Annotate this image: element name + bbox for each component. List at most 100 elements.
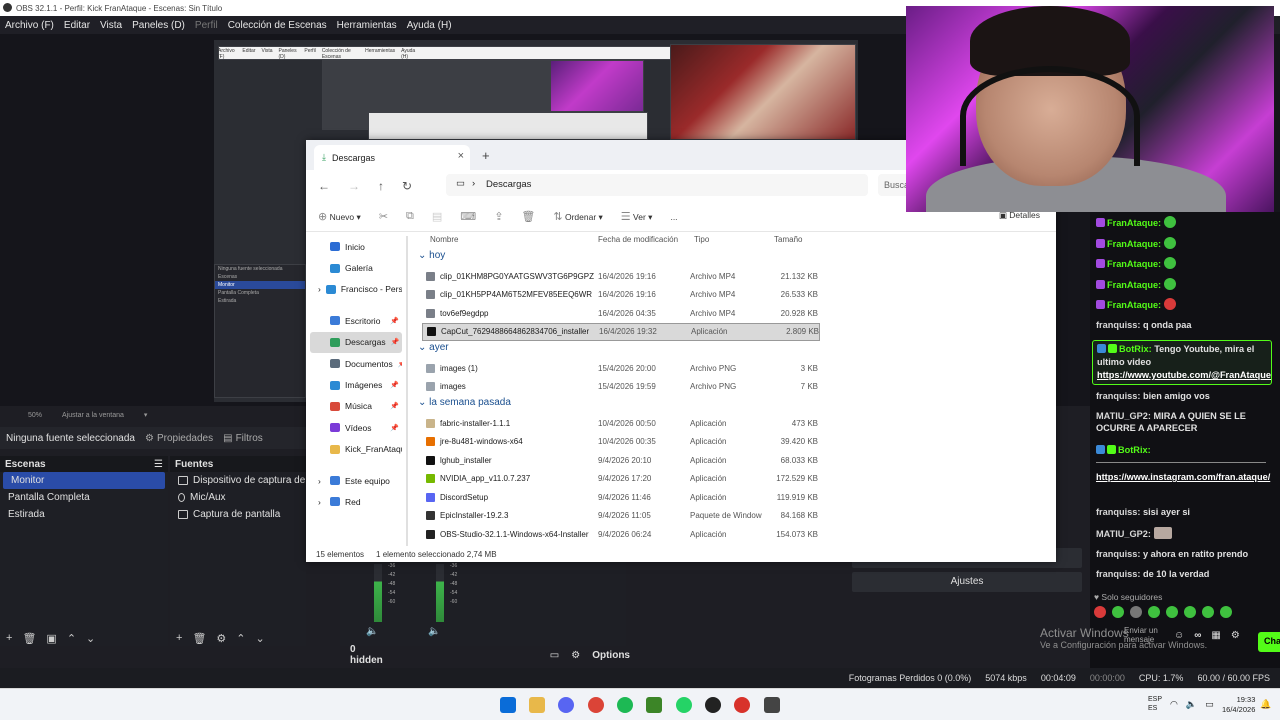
- chat-username[interactable]: franquiss:: [1096, 320, 1140, 330]
- chat-username[interactable]: FranAtaque:: [1107, 239, 1161, 249]
- emote-icon[interactable]: [1148, 606, 1160, 618]
- emote-icon[interactable]: [1166, 606, 1178, 618]
- chevron-right-icon[interactable]: ›: [318, 476, 325, 486]
- add-icon[interactable]: +: [6, 632, 12, 644]
- group-header[interactable]: ⌄ la semana pasada: [418, 397, 511, 408]
- nav-item[interactable]: Imágenes 📌: [310, 374, 402, 395]
- arrow-up-icon[interactable]: ⌃: [67, 632, 76, 645]
- arrow-down-icon[interactable]: ⌄: [86, 632, 95, 645]
- dock-menu-icon[interactable]: ☰: [154, 459, 163, 470]
- discord-icon[interactable]: [558, 697, 574, 713]
- unknown-app-icon[interactable]: [764, 697, 780, 713]
- file-row[interactable]: fabric-installer-1.1.1 10/4/2026 00:50 Apl…: [422, 414, 820, 432]
- refresh-icon[interactable]: ↻: [402, 179, 412, 193]
- chat-send-button[interactable]: Chat: [1258, 632, 1280, 652]
- emote-icon[interactable]: [1220, 606, 1232, 618]
- source-item[interactable]: Dispositivo de captura de vídeo: [170, 472, 306, 489]
- emote-icon[interactable]: [1130, 606, 1142, 618]
- options-button[interactable]: Options: [592, 650, 630, 661]
- file-row[interactable]: images (1) 15/4/2026 20:00 Archivo PNG 3 KB: [422, 359, 820, 377]
- menu-docks[interactable]: Paneles (D): [132, 20, 185, 31]
- address-bar[interactable]: ▭ › Descargas: [446, 174, 868, 196]
- volume-icon[interactable]: 🔈: [428, 626, 440, 637]
- clock[interactable]: 19:33 16/4/2026: [1222, 695, 1255, 715]
- fit-to-window[interactable]: Ajustar a la ventana: [62, 412, 124, 419]
- column-name[interactable]: Nombre: [430, 235, 458, 244]
- source-item[interactable]: Mic/Aux: [170, 489, 306, 506]
- nav-item[interactable]: › Este equipo: [310, 470, 402, 491]
- emote-icon[interactable]: [1112, 606, 1124, 618]
- language-indicator[interactable]: ESP ES: [1148, 695, 1162, 713]
- wifi-icon[interactable]: ◠: [1170, 699, 1178, 710]
- notification-icon[interactable]: 🔔: [1260, 699, 1271, 710]
- chat-username[interactable]: franquiss:: [1096, 507, 1140, 517]
- chat-username[interactable]: FranAtaque:: [1107, 280, 1161, 290]
- chat-username[interactable]: BotRix:: [1118, 445, 1151, 455]
- explorer-tab[interactable]: ⤓ Descargas ×: [314, 145, 470, 170]
- chat-username[interactable]: FranAtaque:: [1107, 300, 1161, 310]
- hidden-count[interactable]: 0 hidden: [350, 644, 388, 666]
- chrome-icon[interactable]: [588, 697, 604, 713]
- scene-item[interactable]: Estirada: [0, 506, 168, 523]
- pane-divider[interactable]: [406, 236, 408, 546]
- column-size[interactable]: Tamaño: [774, 235, 802, 244]
- forward-icon[interactable]: →: [348, 179, 360, 193]
- nav-item[interactable]: Documentos 📌: [310, 353, 402, 374]
- add-icon[interactable]: +: [176, 632, 182, 644]
- file-row[interactable]: clip_01KHM8PG0YAATGSWV3TG6P9GPZ 16/4/2026…: [422, 267, 820, 285]
- trash-icon[interactable]: 🗑: [192, 632, 206, 645]
- menu-scene-collection[interactable]: Colección de Escenas: [228, 20, 327, 31]
- trash-icon[interactable]: 🗑: [22, 632, 36, 645]
- close-tab-icon[interactable]: ×: [458, 150, 464, 162]
- filters-button[interactable]: ▤ Filtros: [223, 433, 263, 444]
- up-icon[interactable]: ↑: [378, 179, 384, 193]
- file-row[interactable]: NVIDIA_app_v11.0.7.237 9/4/2026 17:20 Apli…: [422, 470, 820, 488]
- chat-username[interactable]: MATIU_GP2:: [1096, 411, 1151, 421]
- start-icon[interactable]: [500, 697, 516, 713]
- chevron-down-icon[interactable]: ▾: [144, 411, 148, 419]
- file-row[interactable]: EpicInstaller-19.2.3 9/4/2026 11:05 Paquet…: [422, 507, 820, 525]
- copy-icon[interactable]: ⧉: [406, 210, 414, 223]
- chevron-right-icon[interactable]: ›: [318, 284, 321, 294]
- speaker-icon[interactable]: 🔈: [1186, 699, 1197, 710]
- steelseries-icon[interactable]: [734, 697, 750, 713]
- battery-icon[interactable]: ▭: [1205, 699, 1214, 710]
- chat-username[interactable]: franquiss:: [1096, 549, 1140, 559]
- chat-username[interactable]: FranAtaque:: [1107, 218, 1161, 228]
- filter-icon[interactable]: ▣: [46, 632, 56, 645]
- file-row[interactable]: OBS-Studio-32.1.1-Windows-x64-Installer 9…: [422, 525, 820, 543]
- chat-username[interactable]: FranAtaque:: [1107, 259, 1161, 269]
- chat-link[interactable]: https://www.instagram.com/fran.ataque/: [1096, 472, 1270, 482]
- gear-icon[interactable]: ⚙: [216, 632, 226, 645]
- group-header[interactable]: ⌄ hoy: [418, 250, 445, 261]
- paste-icon[interactable]: ▤: [432, 210, 442, 223]
- nav-item[interactable]: › Red: [310, 491, 402, 512]
- minecraft-icon[interactable]: [646, 697, 662, 713]
- column-date[interactable]: Fecha de modificación: [598, 235, 678, 244]
- nav-item[interactable]: › Francisco - Personal: [310, 279, 402, 300]
- arrow-down-icon[interactable]: ⌄: [256, 632, 265, 645]
- file-row[interactable]: jre-8u481-windows-x64 10/4/2026 00:35 Apli…: [422, 433, 820, 451]
- cut-icon[interactable]: ✂: [379, 210, 388, 223]
- menu-profile[interactable]: Perfil: [195, 20, 218, 31]
- file-row[interactable]: CapCut_7629488664862834706_installer 16/4…: [422, 322, 820, 341]
- source-item[interactable]: Captura de pantalla: [170, 506, 306, 523]
- rename-icon[interactable]: ⌨: [460, 210, 476, 223]
- nav-item[interactable]: Música 📌: [310, 396, 402, 417]
- nav-item[interactable]: Vídeos 📌: [310, 417, 402, 438]
- properties-button[interactable]: ⚙ Propiedades: [145, 433, 213, 444]
- column-type[interactable]: Tipo: [694, 235, 709, 244]
- nav-item[interactable]: Inicio: [310, 236, 402, 257]
- nav-item[interactable]: Kick_FranAtaque: [310, 439, 402, 460]
- menu-help[interactable]: Ayuda (H): [407, 20, 452, 31]
- delete-icon[interactable]: 🗑: [521, 210, 535, 223]
- emote-icon[interactable]: [1094, 606, 1106, 618]
- menu-tools[interactable]: Herramientas: [337, 20, 397, 31]
- link-icon[interactable]: ⚙: [571, 650, 580, 661]
- nav-item[interactable]: Escritorio 📌: [310, 310, 402, 331]
- settings-button[interactable]: Ajustes: [852, 572, 1082, 592]
- chevron-right-icon[interactable]: ›: [318, 497, 325, 507]
- spotify-icon[interactable]: [617, 697, 633, 713]
- back-icon[interactable]: ←: [318, 179, 330, 193]
- chat-username[interactable]: MATIU_GP2:: [1096, 529, 1151, 539]
